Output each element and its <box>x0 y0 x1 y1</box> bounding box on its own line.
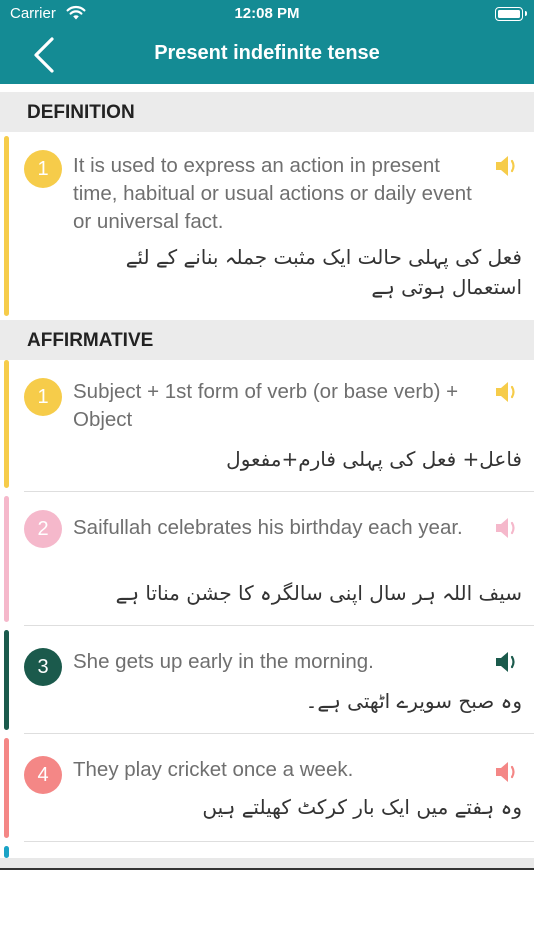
color-bar <box>4 136 9 316</box>
list-item[interactable]: 4 They play cricket once a week. وہ ہفتے… <box>0 734 534 842</box>
urdu-text: وہ ہفتے میں ایک بار کرکٹ کھیلتے ہیں <box>202 795 522 819</box>
battery-icon <box>495 7 527 21</box>
number-badge: 4 <box>24 756 62 794</box>
section-header-definition: DEFINITION <box>0 92 534 132</box>
color-bar <box>4 630 9 730</box>
list-item[interactable]: 3 She gets up early in the morning. وہ ص… <box>0 626 534 734</box>
color-bar <box>4 496 9 622</box>
english-text: She gets up early in the morning. <box>73 650 374 673</box>
list-item[interactable]: 1 Subject + 1st form of verb (or base ve… <box>0 360 534 492</box>
clock: 12:08 PM <box>234 5 300 22</box>
english-text: It is used to express an action in prese… <box>73 154 472 233</box>
divider <box>24 841 534 842</box>
speaker-icon[interactable] <box>494 154 522 178</box>
definition-item[interactable]: 1 It is used to express an action in pre… <box>0 132 534 320</box>
nav-header: Carrier 12:08 PM Present indefinite tens… <box>0 0 534 84</box>
number-badge: 2 <box>24 510 62 548</box>
urdu-text: فاعل+ فعل کی پہلی فارم+مفعول <box>226 447 522 471</box>
list-item[interactable]: 2 Saifullah celebrates his birthday each… <box>0 492 534 626</box>
color-bar <box>4 738 9 838</box>
speaker-icon[interactable] <box>494 380 522 404</box>
color-bar <box>4 360 9 488</box>
number-badge: 3 <box>24 648 62 686</box>
section-header-affirmative: AFFIRMATIVE <box>0 320 534 360</box>
list-footer <box>0 858 534 868</box>
section-label: DEFINITION <box>27 102 135 123</box>
speaker-icon[interactable] <box>494 760 522 784</box>
color-bar <box>4 846 9 858</box>
urdu-text: سیف اللہ ہر سال اپنی سالگرہ کا جشن مناتا… <box>115 581 522 605</box>
speaker-icon[interactable] <box>494 650 522 674</box>
urdu-text: فعل کی پہلی حالت ایک مثبت جملہ بنانے کے … <box>125 245 522 299</box>
speaker-icon[interactable] <box>494 516 522 540</box>
number-badge: 1 <box>24 150 62 188</box>
toolbar-divider <box>0 868 534 870</box>
urdu-text: وہ صبح سویرے اٹھتی ہے۔ <box>305 689 522 713</box>
status-bar: Carrier 12:08 PM <box>0 0 534 30</box>
number-badge: 1 <box>24 378 62 416</box>
english-text: Saifullah celebrates his birthday each y… <box>73 516 463 539</box>
page-title: Present indefinite tense <box>154 42 380 64</box>
section-label: AFFIRMATIVE <box>27 330 154 351</box>
english-text: Subject + 1st form of verb (or base verb… <box>73 380 459 431</box>
english-text: They play cricket once a week. <box>73 758 354 781</box>
